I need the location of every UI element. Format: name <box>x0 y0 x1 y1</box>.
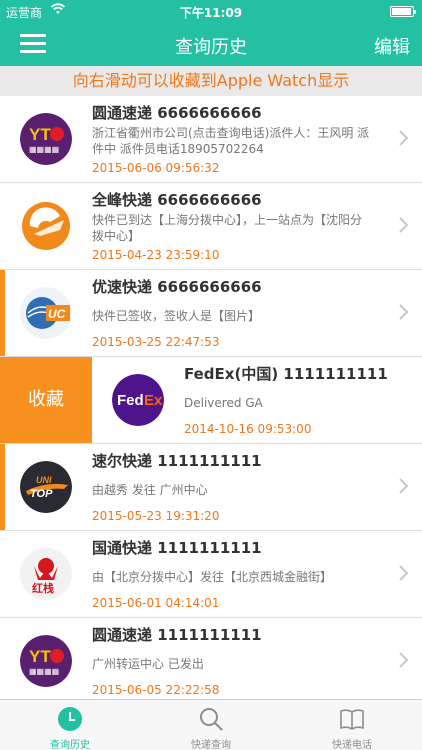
status-text: 快件已签收，签收人是【图片】 <box>92 309 261 323</box>
svg-text:UNI: UNI <box>36 475 52 485</box>
swiped-row-content: Fed Ex FedEx(中国) 1111111111 Delivered GA… <box>92 357 422 443</box>
list-item-swiped[interactable]: 收藏 Fed Ex FedEx(中国) 1111111111 Delivered… <box>0 357 422 444</box>
svg-text:TOP: TOP <box>30 488 53 500</box>
list-item[interactable]: UC 优速快递 6666666666 快件已签收，签收人是【图片】 2015-0… <box>0 270 422 357</box>
battery-icon <box>390 6 416 17</box>
tab-label: 查询历史 <box>50 740 90 750</box>
swipe-hint-banner: 向右滑动可以收藏到Apple Watch显示 <box>0 66 422 96</box>
unitop-logo: UNI TOP <box>20 461 72 513</box>
company-tracking-label: 国通快递 1111111111 <box>92 539 262 557</box>
timestamp: 2015-06-06 09:56:32 <box>92 161 220 175</box>
status-text: 浙江省衢州市公司(点击查询电话)派件人：王风明 派件中 派件员电话1890570… <box>92 126 370 156</box>
svg-text:Fed: Fed <box>117 392 144 409</box>
chevron-right-icon <box>399 304 408 320</box>
tab-express-search[interactable]: 快递查询 <box>141 700 281 750</box>
favorite-button[interactable]: 收藏 <box>0 357 92 443</box>
tab-bar: 查询历史 快递查询 快递电话 <box>0 699 422 750</box>
clock-time: 下午11:09 <box>179 6 243 20</box>
tab-label: 快递电话 <box>332 740 372 750</box>
timestamp: 2015-05-23 19:31:20 <box>92 509 220 523</box>
svg-text:Ex: Ex <box>144 392 163 409</box>
list-item[interactable]: 全峰快递 6666666666 快件已到达【上海分拨中心】，上一站点为【沈阳分拨… <box>0 183 422 270</box>
menu-button[interactable] <box>20 34 46 54</box>
favorite-indicator <box>0 444 5 530</box>
qfkd-logo <box>20 200 72 252</box>
tab-label: 快递查询 <box>191 740 231 750</box>
favorite-indicator <box>0 270 5 356</box>
tab-query-history[interactable]: 查询历史 <box>0 700 140 750</box>
chevron-right-icon <box>399 217 408 233</box>
list-item[interactable]: 红栈 国通快递 1111111111 由【北京分拨中心】发往【北京西城金融街】 … <box>0 531 422 618</box>
chevron-right-icon <box>399 565 408 581</box>
status-text: 由越秀 发往 广州中心 <box>92 483 208 497</box>
page-title: 查询历史 <box>175 37 247 58</box>
chevron-right-icon <box>399 130 408 146</box>
timestamp: 2015-06-01 04:14:01 <box>92 596 220 610</box>
status-text: 快件已到达【上海分拨中心】，上一站点为【沈阳分拨中心】 <box>92 213 363 243</box>
svg-text:YT: YT <box>29 125 51 144</box>
svg-text:▦▦▦▦: ▦▦▦▦ <box>29 145 59 154</box>
svg-text:红栈: 红栈 <box>32 581 54 595</box>
status-text: Delivered GA <box>184 396 263 410</box>
timestamp: 2015-06-05 22:22:58 <box>92 683 220 697</box>
chevron-right-icon <box>399 478 408 494</box>
uc-logo: UC <box>20 287 72 339</box>
list-item[interactable]: UNI TOP 速尔快递 1111111111 由越秀 发往 广州中心 2015… <box>0 444 422 531</box>
list-item[interactable]: YT ▦▦▦▦ 圆通速递 6666666666 浙江省衢州市公司(点击查询电话)… <box>0 96 422 183</box>
gto-logo: 红栈 <box>20 548 72 600</box>
fedex-logo: Fed Ex <box>112 374 164 426</box>
timestamp: 2014-10-16 09:53:00 <box>184 422 312 436</box>
chevron-right-icon <box>399 652 408 668</box>
status-text: 广州转运中心 已发出 <box>92 657 204 671</box>
status-text: 由【北京分拨中心】发往【北京西城金融街】 <box>92 570 333 584</box>
svg-text:YT: YT <box>29 647 51 666</box>
clock-icon <box>58 707 82 731</box>
navigation-bar: 查询历史 编辑 <box>0 22 422 66</box>
timestamp: 2015-04-23 23:59:10 <box>92 248 220 262</box>
book-icon <box>340 709 364 730</box>
yto-logo: YT ▦▦▦▦ <box>20 635 72 687</box>
status-bar: 运营商 下午11:09 <box>0 0 422 22</box>
history-list: YT ▦▦▦▦ 圆通速递 6666666666 浙江省衢州市公司(点击查询电话)… <box>0 96 422 699</box>
company-tracking-label: 速尔快递 1111111111 <box>92 452 262 470</box>
svg-text:▦▦▦▦: ▦▦▦▦ <box>29 667 59 676</box>
search-icon <box>200 708 223 731</box>
company-tracking-label: 圆通速递 1111111111 <box>92 626 262 644</box>
list-item[interactable]: YT ▦▦▦▦ 圆通速递 1111111111 广州转运中心 已发出 2015-… <box>0 618 422 699</box>
yto-logo: YT ▦▦▦▦ <box>20 113 72 165</box>
timestamp: 2015-03-25 22:47:53 <box>92 335 220 349</box>
svg-text:UC: UC <box>48 307 66 321</box>
edit-button[interactable]: 编辑 <box>374 33 410 59</box>
company-tracking-label: FedEx(中国) 1111111111 <box>184 365 388 383</box>
company-tracking-label: 圆通速递 6666666666 <box>92 104 262 122</box>
company-tracking-label: 全峰快递 6666666666 <box>92 191 262 209</box>
tab-express-phone[interactable]: 快递电话 <box>282 700 422 750</box>
company-tracking-label: 优速快递 6666666666 <box>92 278 262 296</box>
